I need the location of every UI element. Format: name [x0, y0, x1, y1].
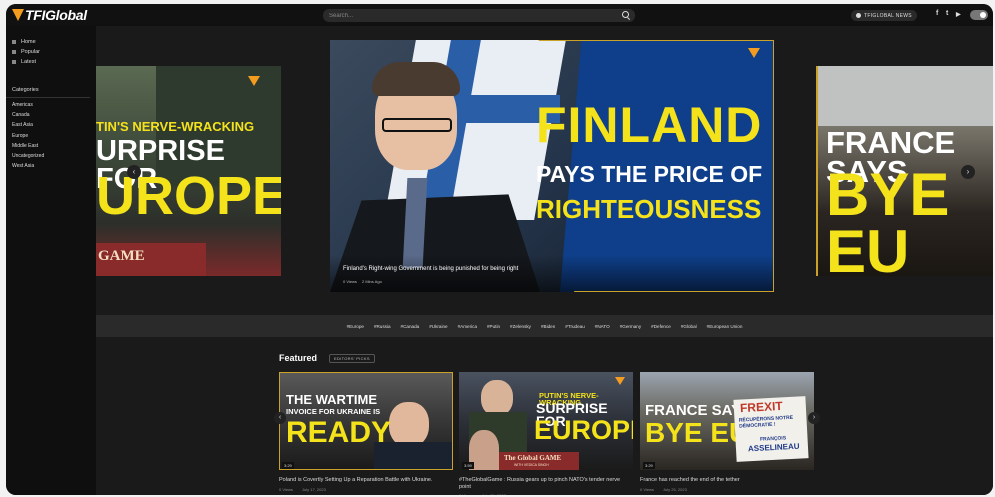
tag-european-union[interactable]: #European Union	[707, 324, 743, 329]
hero-age: 2 Mins Ago	[362, 279, 382, 284]
category-east-asia[interactable]: East Asia	[6, 120, 96, 130]
corner-logo-icon	[248, 76, 260, 86]
tag-ukraine[interactable]: #Ukraine	[429, 324, 447, 329]
app-window: TFIGlobal TFIGLOBAL NEWS f t ▶ Home Popu…	[6, 4, 993, 495]
tag-zelensky[interactable]: #Zelensky	[510, 324, 531, 329]
card-3-line2: BYE EU	[645, 417, 750, 448]
carousel-next-button[interactable]: ›	[961, 165, 975, 179]
categories-heading: Categories	[6, 87, 90, 98]
tag-biden[interactable]: #Biden	[541, 324, 555, 329]
tag-defence[interactable]: #Defence	[651, 324, 671, 329]
tfiglobal-news-button[interactable]: TFIGLOBAL NEWS	[851, 10, 917, 21]
sidebar-item-home[interactable]: Home	[6, 37, 96, 47]
card-1-date: July 17, 2023	[302, 487, 326, 492]
tag-putin[interactable]: #Putin	[487, 324, 500, 329]
featured-card-3-thumbnail[interactable]: FRANCE SAYS BYE EU FREXIT RÉCUPÉRONS NOT…	[640, 372, 814, 470]
tfiglobal-news-label: TFIGLOBAL NEWS	[864, 12, 912, 19]
hero-left-badge: GAME	[98, 248, 145, 264]
hero-center-line3: RIGHTEOUSNESS	[536, 194, 762, 224]
corner-logo-icon	[615, 377, 625, 385]
tag-bar: #Europe #Russia #Canada #Ukraine #Americ…	[96, 315, 993, 337]
card-2-title[interactable]: #TheGlobalGame : Russia gears up to pinc…	[459, 477, 633, 491]
facebook-icon[interactable]: f	[936, 10, 938, 17]
card-1-line2: INVOICE FOR UKRAINE IS	[286, 407, 381, 416]
hero-left-line1: TIN'S NERVE-WRACKING	[96, 119, 255, 134]
card-2-date: July 25, 2023	[482, 493, 542, 495]
hero-views: 0 Views	[343, 279, 357, 284]
main-content: TIN'S NERVE-WRACKING URPRISE FOR UROPE G…	[96, 26, 993, 495]
sidebar: Home Popular Latest Categories Americas …	[6, 26, 96, 495]
card-2-duration: 3:59	[462, 462, 474, 469]
hero-right-line2: BYE EU	[826, 161, 950, 277]
sidebar-item-label: Latest	[21, 59, 36, 65]
tag-europe[interactable]: #Europe	[347, 324, 364, 329]
sidebar-item-label: Home	[21, 39, 36, 45]
twitter-icon[interactable]: t	[946, 10, 948, 17]
card-2-line3: EUROPE	[534, 415, 633, 445]
card-3-duration: 3:29	[643, 462, 655, 469]
card-3-sign-title: FREXIT	[739, 398, 784, 416]
top-bar: TFIGlobal TFIGLOBAL NEWS f t ▶	[6, 4, 993, 26]
logo-text: TFIGlobal	[25, 7, 87, 23]
card-1-duration: 3:29	[282, 462, 294, 469]
search-input[interactable]	[323, 9, 635, 22]
dark-mode-toggle[interactable]	[970, 10, 988, 20]
category-uncategorized[interactable]: Uncategorized	[6, 151, 96, 161]
card-3-title[interactable]: France has reached the end of the tether	[640, 477, 814, 484]
hero-caption[interactable]: Finland's Right-wing Government is being…	[343, 266, 518, 272]
category-americas[interactable]: Americas	[6, 100, 96, 110]
card-1-line3: READY	[286, 416, 392, 449]
featured-next-button[interactable]: ›	[808, 412, 820, 424]
site-logo[interactable]: TFIGlobal	[12, 7, 87, 23]
hero-center-line1: FINLAND	[536, 97, 763, 153]
youtube-icon[interactable]: ▶	[956, 11, 961, 18]
tag-russia[interactable]: #Russia	[374, 324, 391, 329]
category-middle-east[interactable]: Middle East	[6, 141, 96, 151]
card-1-line1: THE WARTIME	[286, 392, 377, 407]
tag-germany[interactable]: #Germany	[620, 324, 641, 329]
carousel-prev-button[interactable]: ‹	[127, 165, 141, 179]
sidebar-item-label: Popular	[21, 49, 40, 55]
category-europe[interactable]: Europe	[6, 131, 96, 141]
featured-heading: Featured	[279, 353, 318, 363]
tag-america[interactable]: #America	[458, 324, 477, 329]
category-canada[interactable]: Canada	[6, 110, 96, 120]
category-west-asia[interactable]: West Asia	[6, 161, 96, 171]
tag-trudeau[interactable]: #Trudeau	[565, 324, 585, 329]
hero-center-line2: PAYS THE PRICE OF	[536, 161, 763, 187]
sidebar-item-latest[interactable]: Latest	[6, 57, 96, 67]
hero-slide-center[interactable]: FINLAND PAYS THE PRICE OF RIGHTEOUSNESS …	[330, 40, 774, 292]
sidebar-item-popular[interactable]: Popular	[6, 47, 96, 57]
fire-icon	[12, 50, 16, 54]
bolt-icon	[12, 60, 16, 64]
featured-card-2-thumbnail[interactable]: PUTIN'S NERVE-WRACKING SURPRISE FOR EURO…	[459, 372, 633, 470]
corner-logo-icon	[748, 48, 760, 58]
card-1-views: 0 Views	[279, 487, 293, 492]
hero-left-line3: UROPE	[96, 166, 281, 226]
card-2-badge: The Global GAME	[504, 454, 562, 462]
editors-picks-badge: EDITORS' PICKS	[329, 354, 375, 363]
tag-canada[interactable]: #Canada	[401, 324, 420, 329]
globe-icon	[856, 13, 861, 18]
hero-slide-left[interactable]: TIN'S NERVE-WRACKING URPRISE FOR UROPE G…	[96, 66, 281, 276]
featured-card-1-thumbnail[interactable]: THE WARTIME INVOICE FOR UKRAINE IS READY…	[279, 372, 453, 470]
home-icon	[12, 40, 16, 44]
search-icon[interactable]	[622, 11, 629, 18]
tag-global[interactable]: #Global	[681, 324, 697, 329]
card-3-views: 0 Views	[640, 487, 654, 492]
tag-nato[interactable]: #NATO	[595, 324, 610, 329]
card-1-title[interactable]: Poland is Covertly Setting Up a Reparati…	[279, 477, 453, 484]
card-2-badge-sub: WITH VEDICA SINGH	[514, 463, 549, 467]
card-3-date: July 25, 2023	[663, 487, 687, 492]
logo-mark-icon	[12, 9, 24, 21]
featured-prev-button[interactable]: ‹	[274, 412, 286, 424]
